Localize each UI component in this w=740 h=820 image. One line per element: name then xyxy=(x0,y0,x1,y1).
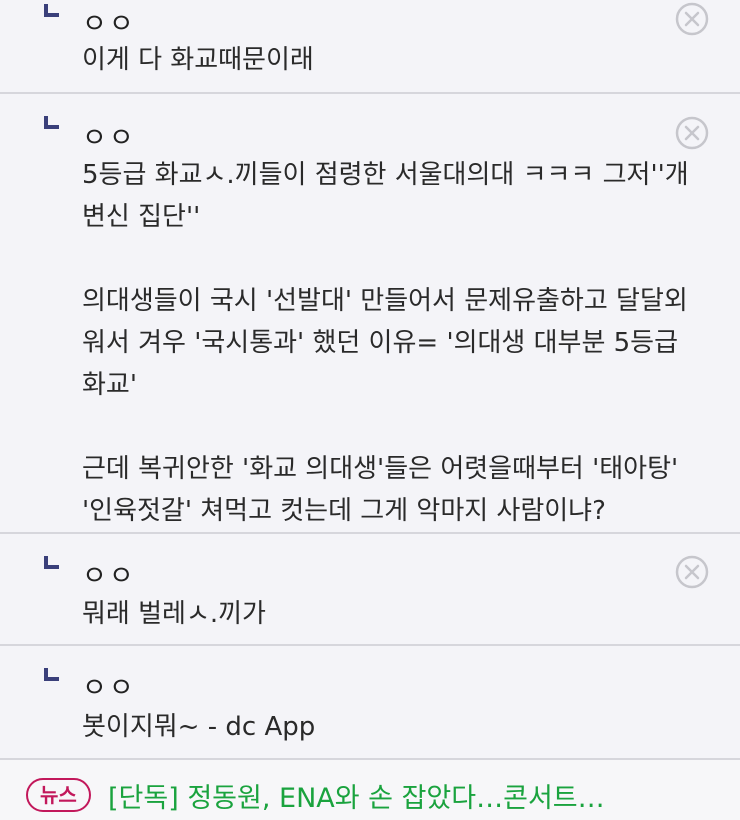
reply-arrow-icon xyxy=(44,556,59,569)
news-ticker[interactable]: 뉴스 [단독] 정동원, ENA와 손 잡았다…콘서트… xyxy=(0,760,740,820)
news-headline-link[interactable]: [단독] 정동원, ENA와 손 잡았다…콘서트… xyxy=(108,776,605,815)
delete-x-icon[interactable] xyxy=(675,116,709,150)
reply-arrow-icon xyxy=(44,668,59,681)
comment-item: ㅇㅇ 봇이지뭐~ - dc App xyxy=(0,646,740,760)
reply-arrow-icon xyxy=(44,4,59,17)
comment-item: ㅇㅇ 뭐래 벌레ㅅ.끼가 xyxy=(0,534,740,646)
comment-text: 이게 다 화교때문이래 xyxy=(82,45,314,75)
comment-author: ㅇㅇ xyxy=(82,123,136,154)
comment-text: 뭐래 벌레ㅅ.끼가 xyxy=(82,599,266,629)
comment-author: ㅇㅇ xyxy=(82,9,136,40)
comment-author: ㅇㅇ xyxy=(82,673,136,704)
comment-text: 5등급 화교ㅅ.끼들이 점령한 서울대의대 ㅋㅋㅋ 그저''개 변신 집단'' … xyxy=(82,160,689,526)
reply-arrow-icon xyxy=(44,116,59,129)
comment-item: ㅇㅇ 이게 다 화교때문이래 xyxy=(0,0,740,94)
delete-x-icon[interactable] xyxy=(675,555,709,589)
comment-text: 봇이지뭐~ - dc App xyxy=(82,712,316,742)
delete-x-icon[interactable] xyxy=(675,2,709,36)
comment-item: ㅇㅇ 5등급 화교ㅅ.끼들이 점령한 서울대의대 ㅋㅋㅋ 그저''개 변신 집단… xyxy=(0,94,740,534)
news-badge: 뉴스 xyxy=(26,778,91,812)
comment-author: ㅇㅇ xyxy=(82,561,136,592)
